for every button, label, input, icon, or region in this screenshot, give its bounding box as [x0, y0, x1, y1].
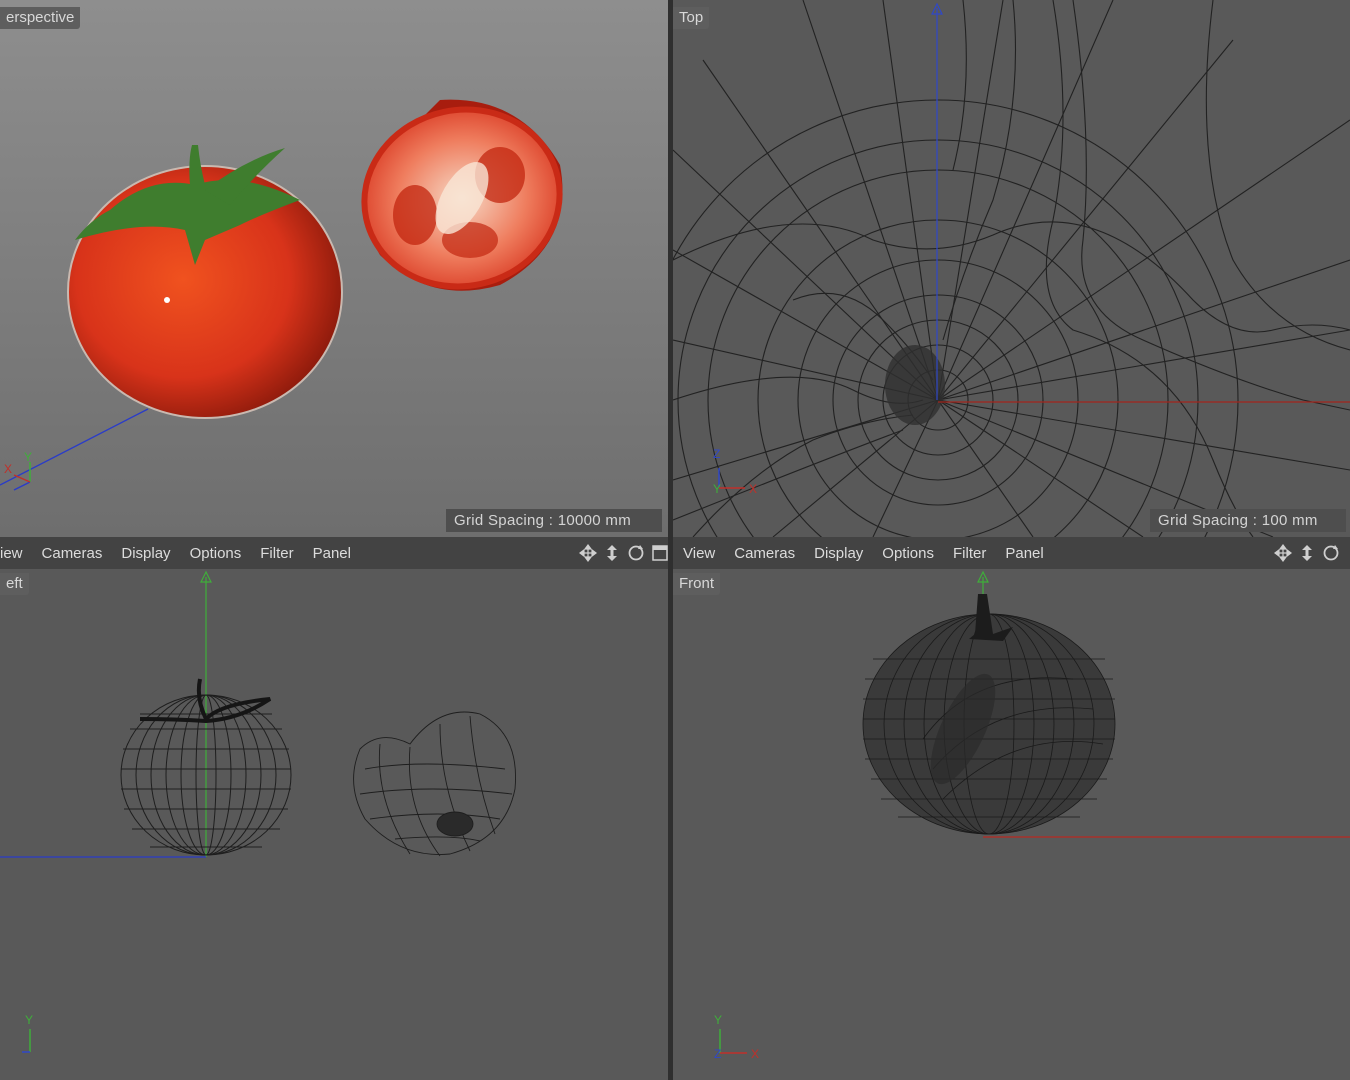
perspective-scene: Y X [0, 92, 576, 491]
menu-filter[interactable]: Filter [953, 545, 986, 562]
top-wireframe [673, 0, 1350, 537]
axis-y-label: Y [714, 1013, 722, 1027]
halved-tomato[interactable] [348, 92, 576, 305]
left-half-tomato-wireframe[interactable] [353, 711, 516, 857]
viewport-label-front[interactable]: Front [673, 573, 721, 595]
menu-view[interactable]: iew [0, 545, 23, 562]
axis-gizmo-top [718, 468, 745, 489]
viewport-divider[interactable] [668, 0, 673, 1080]
menu-display[interactable]: Display [121, 545, 170, 562]
menu-options[interactable]: Options [190, 545, 242, 562]
viewport-top[interactable]: Z Y X Top Grid Spacing : 100 mm [673, 0, 1350, 537]
axis-gizmo-front [719, 1029, 747, 1054]
menubar-right: View Cameras Display Options Filter Pane… [673, 537, 1350, 569]
left-wireframe-scene: Y [0, 570, 516, 1053]
axis-x-label: X [751, 1047, 759, 1061]
rotate-view-icon[interactable] [1321, 543, 1341, 563]
axis-x-label: X [749, 482, 757, 496]
viewport-label-perspective[interactable]: erspective [0, 7, 81, 29]
menu-cameras[interactable]: Cameras [42, 545, 103, 562]
viewport-perspective[interactable]: Y X erspective Grid Spacing : 10000 mm [0, 0, 668, 537]
axis-gizmo-left [22, 1029, 31, 1053]
top-wireframe-scene: Z Y X [673, 0, 1350, 537]
top-core [885, 345, 945, 425]
axis-y-label: Y [713, 482, 721, 496]
menu-view[interactable]: View [683, 545, 715, 562]
dolly-view-icon[interactable] [1297, 543, 1317, 563]
menu-panel[interactable]: Panel [1005, 545, 1043, 562]
whole-tomato[interactable] [67, 145, 343, 419]
grid-spacing-top: Grid Spacing : 100 mm [1150, 509, 1346, 532]
viewport-label-top[interactable]: Top [673, 7, 710, 29]
axis-y-label: Y [25, 1013, 33, 1027]
front-tomato-wireframe[interactable] [862, 594, 1116, 835]
viewport-label-left[interactable]: eft [0, 573, 29, 595]
viewport-front[interactable]: Y Z X Front [673, 569, 1350, 1080]
move-view-icon[interactable] [578, 543, 598, 563]
maximize-view-icon[interactable] [650, 543, 670, 563]
menu-display[interactable]: Display [814, 545, 863, 562]
grid-spacing-perspective: Grid Spacing : 10000 mm [446, 509, 662, 532]
menu-options[interactable]: Options [882, 545, 934, 562]
menubar-left: iew Cameras Display Options Filter Panel [0, 537, 668, 569]
axis-gizmo [13, 462, 31, 491]
front-wireframe-scene: Y Z X [714, 570, 1350, 1061]
axis-z-label: Z [714, 1047, 721, 1061]
viewport-left[interactable]: Y eft [0, 569, 668, 1080]
axis-z-label: Z [713, 447, 720, 461]
rotate-view-icon[interactable] [626, 543, 646, 563]
axis-x-label: X [4, 462, 12, 476]
menu-filter[interactable]: Filter [260, 545, 293, 562]
move-view-icon[interactable] [1273, 543, 1293, 563]
menu-cameras[interactable]: Cameras [734, 545, 795, 562]
dolly-view-icon[interactable] [602, 543, 622, 563]
menu-panel[interactable]: Panel [313, 545, 351, 562]
axis-y-label: Y [24, 450, 32, 464]
